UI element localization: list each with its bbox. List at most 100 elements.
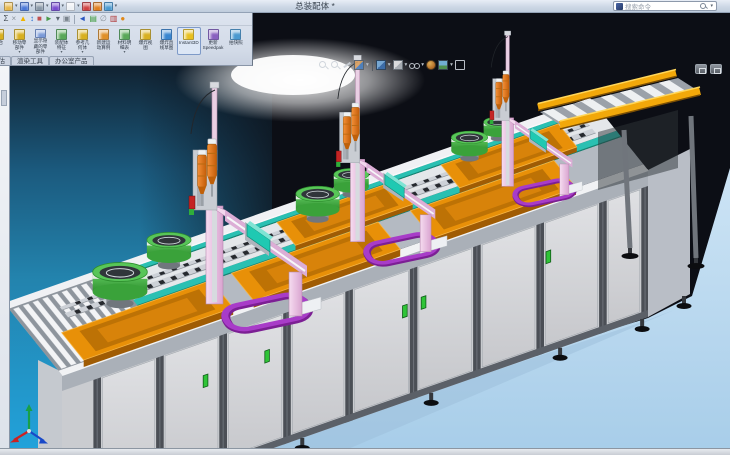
dropdown-caret-icon[interactable]: ▾	[123, 50, 125, 54]
select-icon[interactable]	[66, 2, 75, 11]
feature-manager-collapsed[interactable]	[0, 66, 10, 448]
hide-items-icon[interactable]	[409, 60, 419, 70]
zoom-fit-icon[interactable]	[318, 60, 328, 70]
chart-icon[interactable]: ▤	[89, 15, 97, 23]
cabinet-door[interactable]	[165, 338, 218, 455]
solidworks-search-icon	[616, 3, 623, 10]
cabinet-door[interactable]	[482, 227, 535, 367]
tab-渲染工具[interactable]: 渲染工具	[11, 56, 49, 66]
heads-up-view-toolbar: ▾ ▾ ▾ ▾ ▾	[317, 57, 466, 73]
show-hidden-components-icon	[35, 29, 46, 38]
cabinet-door[interactable]	[419, 249, 472, 390]
new-motion-study-icon	[98, 29, 109, 40]
door-handle[interactable]	[203, 374, 208, 388]
search-input[interactable]: 搜索命令	[625, 1, 698, 11]
tab-办公室产品[interactable]: 办公室产品	[49, 56, 94, 66]
reference-geometry-button[interactable]: 参考几何体▾	[72, 27, 93, 55]
rebuild-icon[interactable]	[82, 2, 91, 11]
ribbon-toolbar: 配合 移动零部件▾显示隐藏的零部件装配体特征▾参考几何体▾新建运动算例材料明细表▾…	[0, 26, 252, 55]
mate-button[interactable]: 配合	[0, 27, 9, 55]
undo-icon[interactable]	[51, 2, 60, 11]
dropdown-caret-icon[interactable]: ▾	[46, 3, 49, 9]
document-title: 总装配体 *	[255, 0, 375, 12]
dropdown-caret-icon[interactable]: ▾	[18, 50, 20, 54]
panel-expand-handle[interactable]	[1, 90, 7, 106]
dropdown-caret-icon[interactable]: ▾	[81, 50, 83, 54]
door-handle[interactable]	[546, 250, 551, 264]
display-style-icon[interactable]	[393, 60, 403, 70]
new-motion-study-button[interactable]: 新建运动算例	[93, 27, 114, 55]
grid-icon[interactable]	[104, 2, 113, 11]
door-handle[interactable]	[421, 296, 426, 310]
dropdown-caret-icon[interactable]: ▾	[115, 3, 118, 9]
warning-icon[interactable]: ▲	[19, 15, 27, 23]
update-speed pak-button[interactable]: 更新Speedpak	[201, 27, 226, 55]
close-window-button[interactable]	[710, 64, 722, 74]
dropdown-caret-icon[interactable]: ▾	[15, 3, 18, 9]
scene-icon[interactable]: ●	[120, 15, 125, 23]
mate-icon	[0, 29, 4, 40]
arrows-icon[interactable]: ↕	[30, 15, 34, 23]
cabinet-door[interactable]	[354, 271, 408, 412]
search-icon[interactable]	[700, 3, 707, 10]
document-window-buttons	[695, 64, 722, 74]
cabinet-door[interactable]	[228, 315, 281, 455]
button-label: Speedpak	[203, 45, 224, 50]
cabinet-door[interactable]	[546, 205, 598, 345]
search-box[interactable]: 搜索命令 ▾	[613, 1, 717, 11]
layers-icon[interactable]: ▥	[110, 15, 118, 23]
apply-scene-icon[interactable]	[438, 60, 448, 70]
dropdown-caret-icon[interactable]: ▾	[31, 3, 34, 9]
assembly-features-button[interactable]: 装配体特征▾	[51, 27, 72, 55]
dropdown-caret-icon[interactable]: ▾	[77, 3, 80, 9]
reference-geometry-icon	[77, 29, 88, 40]
tab-评估[interactable]: 评估	[0, 56, 11, 66]
motion-icon[interactable]: ◄	[78, 15, 86, 23]
quick-access-toolbar: ▾ ▾ ▾ ▾ ▾ ▾	[3, 2, 118, 11]
dropdown-caret-icon[interactable]: ▾	[421, 62, 424, 68]
print-icon[interactable]	[35, 2, 44, 11]
dropdown-caret-icon[interactable]: ▾	[62, 3, 65, 9]
restore-window-button[interactable]	[695, 64, 707, 74]
secondary-toolbar: Σ×▲↕■►▾▣ ◄▤∅▥●	[0, 13, 252, 26]
instant3d-button[interactable]: Instant3D	[177, 27, 201, 55]
previous-view-icon[interactable]	[342, 60, 352, 70]
move-component-button[interactable]: 移动零部件▾	[9, 27, 30, 55]
section-view-icon[interactable]	[354, 60, 364, 70]
cut-icon[interactable]: ×	[11, 15, 16, 23]
toolbar-separator	[372, 60, 373, 71]
assembly-features-icon	[56, 29, 67, 40]
appearance2-icon[interactable]: ■	[37, 15, 42, 23]
dropdown-caret-icon[interactable]: ▾	[60, 50, 62, 54]
window-icon[interactable]: ▣	[63, 15, 71, 23]
dropdown-caret-icon[interactable]: ▾	[388, 62, 391, 68]
save-icon[interactable]	[20, 2, 29, 11]
door-handle[interactable]	[403, 304, 408, 318]
export-icon[interactable]: ►	[45, 15, 53, 23]
edit-appearance-icon[interactable]	[426, 60, 436, 70]
view-orientation-icon[interactable]	[376, 60, 386, 70]
search-caret-icon[interactable]: ▾	[710, 3, 713, 9]
update-speed pak-icon	[208, 29, 219, 40]
dropdown-caret-icon[interactable]: ▾	[450, 62, 453, 68]
explode-line-sketch-button[interactable]: 爆炸直线草图	[156, 27, 177, 55]
bill-of-materials-button[interactable]: 材料明细表▾	[114, 27, 135, 55]
equations-icon[interactable]: Σ	[4, 15, 9, 23]
caret[interactable]: ▾	[56, 15, 60, 23]
view-setting-icon[interactable]	[455, 60, 465, 70]
bill-of-materials-icon	[119, 29, 130, 40]
leveling-foot	[300, 438, 304, 446]
take-snapshot-button[interactable]: 拍快照	[225, 27, 246, 55]
door-handle[interactable]	[265, 349, 270, 363]
show-hidden-components-button[interactable]: 显示隐藏的零部件	[30, 27, 51, 55]
dropdown-caret-icon[interactable]: ▾	[405, 62, 408, 68]
zoom-area-icon[interactable]	[330, 60, 340, 70]
button-label: 图	[143, 45, 148, 50]
button-label: 配合	[0, 40, 3, 45]
appearance-icon[interactable]	[93, 2, 102, 11]
exploded-view-button[interactable]: 爆炸视图	[135, 27, 156, 55]
leveling-foot	[429, 393, 433, 401]
disable-icon[interactable]: ∅	[100, 15, 107, 23]
dropdown-caret-icon[interactable]: ▾	[366, 62, 369, 68]
open-icon[interactable]	[4, 2, 13, 11]
